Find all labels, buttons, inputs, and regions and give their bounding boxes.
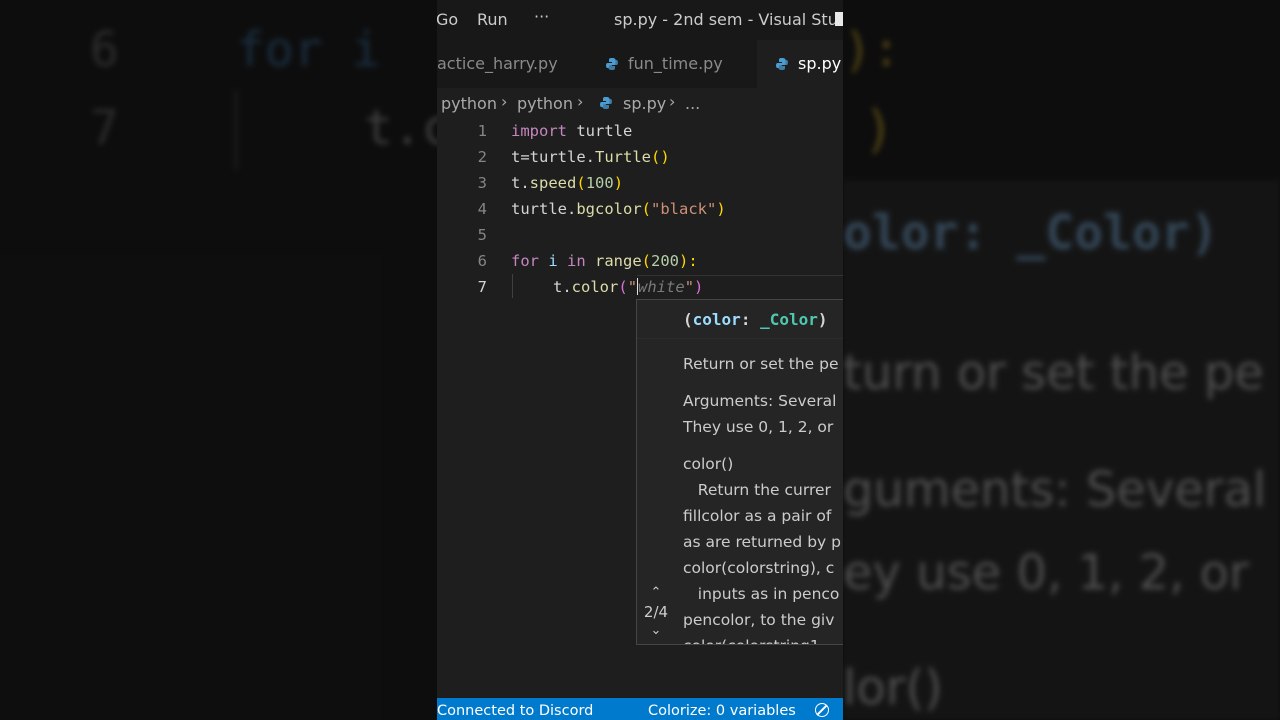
line-number: 2 [477,148,487,166]
chevron-down-icon[interactable]: ⌄ [637,624,675,638]
line-number: 6 [477,252,487,270]
line-number-current: 7 [477,278,487,296]
doc-line: inputs as in penco [683,585,840,603]
tab-fun-time[interactable]: fun_time.py [587,40,757,88]
code-line-2: t=turtle.Turtle() [511,148,670,166]
doc-line: They use 0, 1, 2, or [683,418,834,436]
editor-tabs: actice_harry.py fun_time.py sp.py [437,40,843,88]
doc-line: Arguments: Several [683,392,837,410]
signature-help-popup: (color: _Color) Return or set the pe Arg… [636,299,843,645]
colorize-status[interactable]: Colorize: 0 variables [648,703,796,719]
breadcrumb-item-file[interactable]: sp.py [623,94,666,113]
tab-label: sp.py [798,54,842,73]
breadcrumb-item-python[interactable]: python [517,94,573,113]
vscode-window: Go Run ··· sp.py - 2nd sem - Visual Stu.… [437,0,843,720]
menu-run[interactable]: Run [477,10,508,29]
chevron-right-icon: › [577,92,584,111]
breadcrumb: python › python › sp.py › ... [437,92,843,116]
doc-line: color(colorstring1, [683,637,825,644]
python-file-icon [600,97,612,109]
no-entry-icon[interactable] [815,703,829,717]
tab-practice-harry[interactable]: actice_harry.py [437,40,587,88]
line-number: 3 [477,174,487,192]
window-control-icon[interactable] [835,12,843,26]
chevron-right-icon: › [669,92,676,111]
chevron-up-icon[interactable]: ⌃ [637,586,675,600]
line-number: 4 [477,200,487,218]
code-line-6: for i in range(200): [511,252,698,270]
doc-line: color() [683,455,734,473]
divider [637,338,843,339]
doc-line: pencolor, to the giv [683,611,835,629]
doc-line: as are returned by p [683,533,841,551]
doc-line: Return or set the pe [683,355,839,373]
blurred-backdrop-left: 6 7 for i t.c [0,0,437,720]
breadcrumb-item-python[interactable]: python [441,94,497,113]
signature-label: (color: _Color) [683,310,828,329]
python-file-icon [606,58,618,70]
tab-sp-py[interactable]: sp.py [757,40,843,88]
python-file-icon [776,58,788,70]
tab-label: fun_time.py [628,54,723,73]
doc-line: Return the currer [683,481,831,499]
current-line-highlight [637,275,843,276]
menu-go[interactable]: Go [437,10,458,29]
doc-line: fillcolor as a pair of [683,507,832,525]
more-menu-icon[interactable]: ··· [534,7,549,26]
overload-counter: 2/4 [643,603,669,621]
tab-label: actice_harry.py [437,54,558,73]
chevron-right-icon: › [501,92,508,111]
title-bar: Go Run ··· sp.py - 2nd sem - Visual Stu.… [437,0,843,40]
indent-guide [512,274,513,298]
status-bar: Connected to Discord Colorize: 0 variabl… [437,698,843,720]
code-line-4: turtle.bgcolor("black") [511,200,726,218]
overload-navigator: ⌃ 2/4 ⌄ [637,586,675,644]
window-title: sp.py - 2nd sem - Visual Stu... [614,10,843,29]
line-number: 1 [477,122,487,140]
code-line-1: import turtle [511,122,633,140]
breadcrumb-item-symbols[interactable]: ... [685,94,700,113]
doc-line: color(colorstring), c [683,559,835,577]
blurred-backdrop-right: ): ) olor: _Color) turn or set the pe gu… [843,0,1280,720]
line-number: 5 [477,226,487,244]
code-line-3: t.speed(100) [511,174,624,192]
discord-status[interactable]: Connected to Discord [437,703,593,719]
code-line-7: t.color("white") [553,278,704,296]
